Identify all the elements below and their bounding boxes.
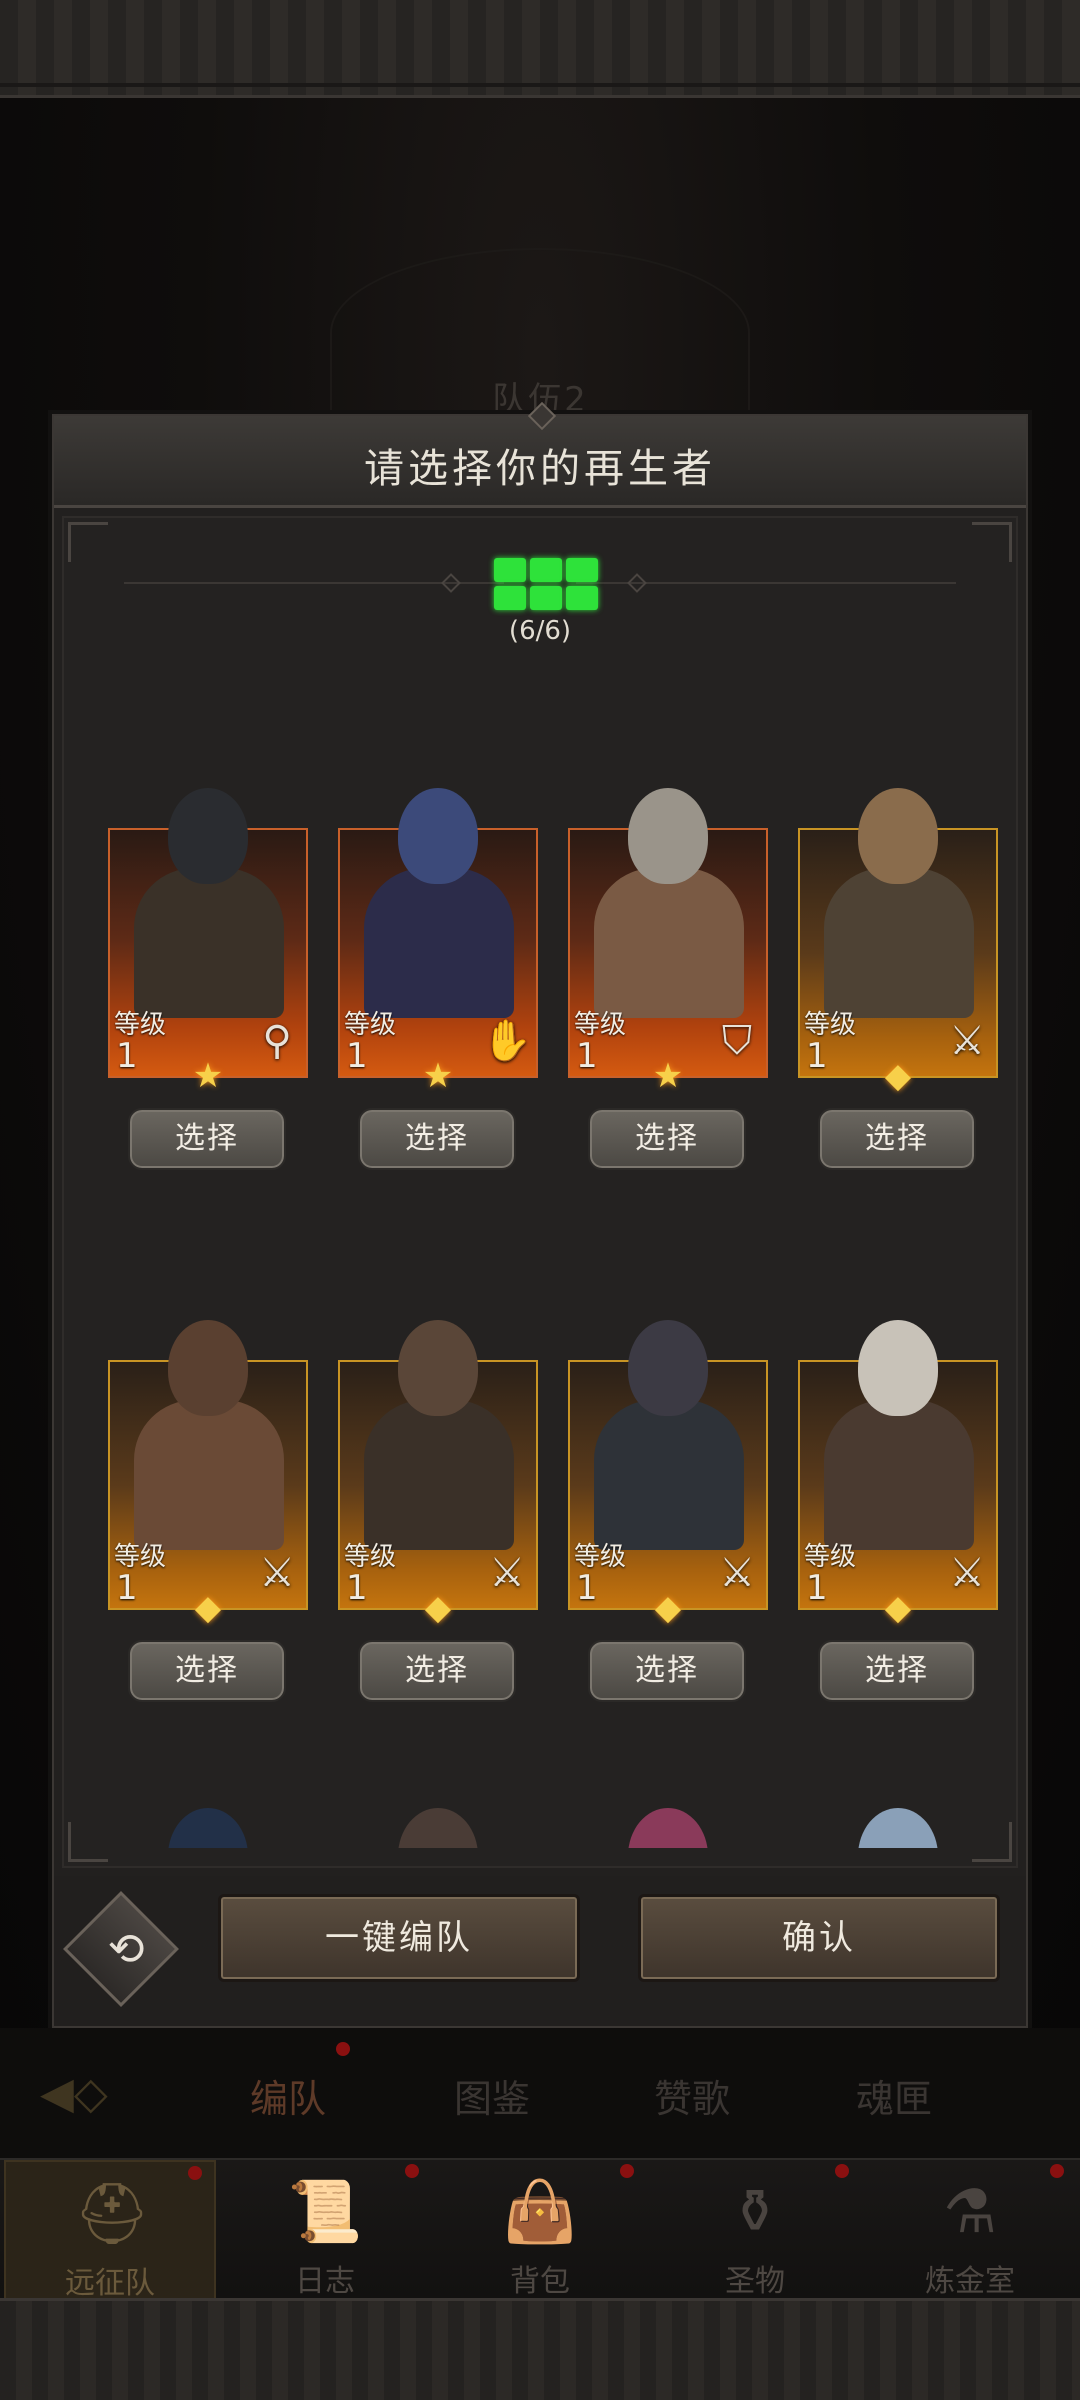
sword-icon: ⚔ (949, 1018, 985, 1064)
bag-icon: 👜 (502, 2177, 578, 2247)
portrait-body (594, 868, 744, 1018)
diamond-badge-icon: ◆ (194, 1588, 222, 1628)
portrait-head (858, 788, 938, 884)
sword-icon: ⚔ (719, 1550, 755, 1596)
notification-dot (336, 2042, 350, 2056)
portrait-body (594, 1400, 744, 1550)
notification-dot (188, 2166, 202, 2180)
level-value: 1 (346, 1036, 368, 1076)
tab-codex[interactable]: 图鉴 (454, 2068, 530, 2123)
nav-item[interactable]: 📜 日志 (219, 2160, 431, 2300)
portrait-head (168, 1320, 248, 1416)
diamond-badge-icon: ◆ (884, 1588, 912, 1628)
portrait-body (134, 1400, 284, 1550)
scroll-icon: 📜 (287, 2177, 363, 2247)
level-value: 1 (116, 1568, 138, 1608)
select-button[interactable]: 选择 (818, 1108, 976, 1170)
notification-dot (835, 2164, 849, 2178)
portrait-head (628, 1320, 708, 1416)
select-button[interactable]: 选择 (358, 1108, 516, 1170)
nav-item[interactable]: ⚗ 炼金室 (864, 2160, 1076, 2300)
palm-icon: ✋ (482, 1018, 532, 1064)
nav-item[interactable]: ⚱ 圣物 (649, 2160, 861, 2300)
star-badge-icon: ★ (192, 1056, 224, 1096)
hero-select-modal: 请选择你的再生者 (6/6) 等级 1 ⚲ ★ 选择 等级 1 ✋ ★ 选择 等级 1 ⛉ ★ 选择 等级 1 ⚔… (52, 401, 1028, 2028)
hero-portrait (568, 1798, 768, 1848)
select-button[interactable]: 选择 (128, 1640, 286, 1702)
level-value: 1 (346, 1568, 368, 1608)
shield-icon: ⛉ (722, 1018, 752, 1064)
portrait-body (824, 868, 974, 1018)
modal-title: 请选择你的再生者 (364, 446, 716, 492)
select-button[interactable]: 选择 (588, 1108, 746, 1170)
select-button[interactable]: 选择 (128, 1108, 286, 1170)
level-value: 1 (576, 1568, 598, 1608)
portrait-head (398, 1808, 478, 1848)
nav-label: 圣物 (725, 2264, 785, 2299)
tab-soul-box[interactable]: 魂匣 (856, 2068, 932, 2123)
alchemy-icon: ⚗ (943, 2177, 997, 2247)
portrait-head (858, 1320, 938, 1416)
select-button[interactable]: 选择 (818, 1640, 976, 1702)
diamond-badge-icon: ◆ (424, 1588, 452, 1628)
nav-label: 远征队 (65, 2266, 155, 2301)
portrait-head (168, 1808, 248, 1848)
nav-label: 炼金室 (925, 2264, 1015, 2299)
hero-portrait (108, 1798, 308, 1848)
helmet-icon: ⛑ (73, 2179, 151, 2249)
confirm-button[interactable]: 确认 (638, 1894, 1000, 1982)
tab-anthem[interactable]: 赞歌 (654, 2068, 730, 2123)
diamond-badge-icon: ◆ (884, 1056, 912, 1096)
staff-icon: ⚲ (262, 1018, 292, 1064)
portrait-head (398, 1320, 478, 1416)
bottom-nav: ⛑ 远征队 📜 日志 👜 背包 ⚱ 圣物 ⚗ 炼金室 (0, 2158, 1080, 2301)
back-arrow-icon[interactable]: ◀◇ (40, 2066, 180, 2122)
portrait-head (628, 788, 708, 884)
hero-portrait (338, 1798, 538, 1848)
star-badge-icon: ★ (422, 1056, 454, 1096)
portrait-head (168, 788, 248, 884)
modal-footer: ⟲ 一键编队 确认 (54, 1876, 1026, 2026)
sword-icon: ⚔ (489, 1550, 525, 1596)
nav-item[interactable]: 👜 背包 (434, 2160, 646, 2300)
sword-icon: ⚔ (949, 1550, 985, 1596)
relic-icon: ⚱ (729, 2177, 781, 2247)
portrait-head (628, 1808, 708, 1848)
hero-portrait (798, 1798, 998, 1848)
top-ornament-band (0, 0, 1080, 98)
nav-label: 背包 (510, 2264, 570, 2299)
sword-icon: ⚔ (259, 1550, 295, 1596)
notification-dot (1050, 2164, 1064, 2178)
portrait-body (364, 1400, 514, 1550)
portrait-body (364, 868, 514, 1018)
modal-body: (6/6) 等级 1 ⚲ ★ 选择 等级 1 ✋ ★ 选择 等级 1 ⛉ ★ 选择 等级 1 ⚔ ◆ 选择 等级 1 ⚔ ◆ 选… (62, 516, 1018, 1868)
tab-formation[interactable]: 编队 (250, 2068, 326, 2123)
level-value: 1 (806, 1568, 828, 1608)
portrait-head (398, 788, 478, 884)
portrait-head (858, 1808, 938, 1848)
sub-tab-bar: ◀◇ 编队 图鉴 赞歌 魂匣 (0, 2028, 1080, 2158)
portrait-body (824, 1400, 974, 1550)
notification-dot (405, 2164, 419, 2178)
select-button[interactable]: 选择 (588, 1640, 746, 1702)
hero-list[interactable]: 等级 1 ⚲ ★ 选择 等级 1 ✋ ★ 选择 等级 1 ⛉ ★ 选择 等级 1 ⚔ ◆ 选择 等级 1 ⚔ ◆ 选择 等级 1 ⚔ ◆… (64, 518, 1020, 1848)
star-badge-icon: ★ (652, 1056, 684, 1096)
select-button[interactable]: 选择 (358, 1640, 516, 1702)
level-value: 1 (576, 1036, 598, 1076)
notification-dot (620, 2164, 634, 2178)
bottom-ornament-band (0, 2298, 1080, 2400)
nav-label: 日志 (295, 2264, 355, 2299)
quick-team-button[interactable]: 一键编队 (218, 1894, 580, 1982)
level-value: 1 (116, 1036, 138, 1076)
nav-item[interactable]: ⛑ 远征队 (4, 2160, 216, 2301)
portrait-body (134, 868, 284, 1018)
undo-icon[interactable]: ⟲ (94, 1918, 158, 1982)
level-value: 1 (806, 1036, 828, 1076)
modal-header: 请选择你的再生者 (54, 401, 1026, 508)
diamond-badge-icon: ◆ (654, 1588, 682, 1628)
